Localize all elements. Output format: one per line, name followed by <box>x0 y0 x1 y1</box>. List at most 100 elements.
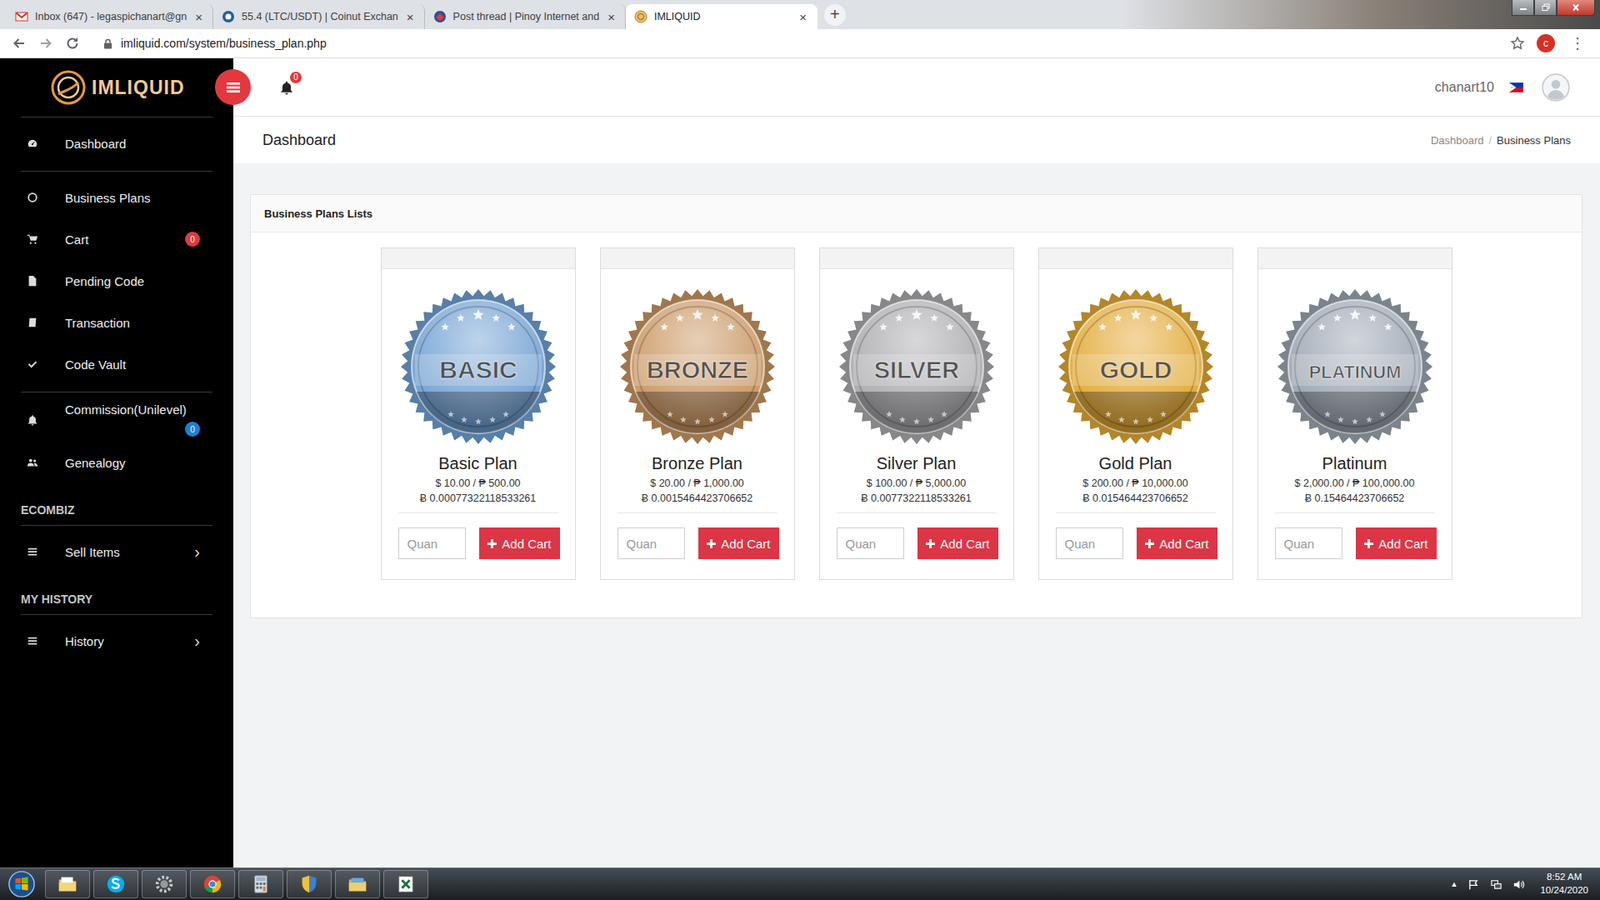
plan-btc-price: Ƀ 0.15464423706652 <box>1305 492 1405 505</box>
plan-price: $ 2,000.00 / ₱ 100,000.00 <box>1295 477 1415 490</box>
page-title: Dashboard <box>262 131 336 150</box>
taskbar: ▲ 8:52 AM10/24/2020 <box>0 867 1600 900</box>
taskbar-app-button[interactable] <box>45 870 90 899</box>
sidebar-divider <box>20 525 213 526</box>
sidebar-item[interactable]: Dashboard <box>0 122 234 165</box>
taskbar-app-button[interactable] <box>238 870 284 899</box>
sidebar-item-icon <box>26 233 39 245</box>
sidebar-item[interactable]: Commission(Unilevel)0 <box>0 397 234 442</box>
profile-avatar[interactable]: c <box>1536 34 1555 53</box>
plus-icon <box>706 539 716 549</box>
sidebar-item[interactable]: Transaction <box>0 301 234 344</box>
browser-menu-button[interactable]: ⋮ <box>1566 34 1589 53</box>
sidebar-item[interactable]: Sell Items› <box>0 530 234 573</box>
speaker-icon[interactable] <box>1512 878 1525 891</box>
quantity-input[interactable] <box>836 527 905 560</box>
new-tab-button[interactable]: + <box>824 4 846 26</box>
add-cart-button[interactable]: Add Cart <box>479 527 560 560</box>
url-field[interactable]: imliquid.com/system/business_plan.php <box>91 36 1499 50</box>
clock[interactable]: 8:52 AM10/24/2020 <box>1535 870 1592 897</box>
browser-tab[interactable]: Post thread | Pinoy Internet and× <box>425 4 626 30</box>
taskbar-app-button[interactable] <box>93 870 139 899</box>
taskbar-app-button[interactable] <box>141 870 187 899</box>
browser-tab[interactable]: Inbox (647) - legaspichanart@gn× <box>6 4 214 30</box>
show-hidden-icons-button[interactable]: ▲ <box>1450 880 1459 889</box>
quantity-input[interactable] <box>617 527 685 560</box>
skype-icon <box>105 873 127 895</box>
panel-title: Business Plans Lists <box>250 195 1582 233</box>
notification-count-badge: 0 <box>290 71 302 84</box>
tab-close-button[interactable]: × <box>193 10 205 25</box>
system-tray: ▲ 8:52 AM10/24/2020 <box>1450 870 1592 897</box>
sidebar-item[interactable]: History› <box>0 620 234 662</box>
page-title-bar: DashboardDashboard/Business Plans <box>233 116 1600 164</box>
menu-toggle-button[interactable] <box>215 69 251 105</box>
sidebar-badge: 0 <box>185 231 200 247</box>
excel-icon <box>395 873 417 895</box>
medal-label: SILVER <box>873 356 959 384</box>
browser-tab[interactable]: IMLIQUID× <box>625 4 818 30</box>
sidebar-group: ECOMBIZSell Items› <box>0 490 234 580</box>
plan-card: BASIC Basic Plan $ 10.00 / ₱ 500.00 Ƀ 0.000… <box>380 247 576 580</box>
taskbar-app-button[interactable] <box>286 870 332 899</box>
sidebar-item[interactable]: Genealogy <box>0 441 234 484</box>
sidebar-item-icon <box>26 275 39 287</box>
forward-arrow-icon[interactable] <box>38 35 54 51</box>
breadcrumb-item[interactable]: Dashboard <box>1430 134 1485 147</box>
tab-close-button[interactable]: × <box>797 10 809 25</box>
medal-label: GOLD <box>1099 355 1172 384</box>
plan-card: GOLDGold Plan$ 200.00 / ₱ 10,000.00Ƀ 0.0… <box>1038 247 1234 580</box>
plan-card: PLATINUMPlatinum$ 2,000.00 / ₱ 100,000.0… <box>1257 247 1453 580</box>
plan-btc-price: Ƀ 0.0015464423706652 <box>641 492 753 505</box>
back-arrow-icon[interactable] <box>11 35 27 51</box>
network-icon[interactable] <box>1490 878 1503 891</box>
plan-price: $ 10.00 / ₱ 500.00 <box>435 477 520 490</box>
plan-medal-icon: SILVER <box>837 287 996 446</box>
quantity-input[interactable] <box>1055 527 1124 560</box>
restore-icon <box>1540 3 1551 12</box>
tab-close-button[interactable]: × <box>405 10 416 25</box>
philippines-flag-icon[interactable] <box>1509 82 1524 93</box>
plan-medal-icon: GOLD <box>1056 287 1215 446</box>
username[interactable]: chanart10 <box>1435 80 1495 95</box>
taskbar-app-button[interactable] <box>190 870 235 899</box>
quantity-input[interactable] <box>1275 527 1343 560</box>
logo[interactable]: IMLIQUID <box>0 58 234 117</box>
close-button[interactable] <box>1556 0 1595 16</box>
add-cart-button[interactable]: Add Cart <box>917 527 998 560</box>
add-cart-button[interactable]: Add Cart <box>1355 527 1436 560</box>
add-cart-button[interactable]: Add Cart <box>698 527 779 560</box>
quantity-input[interactable] <box>398 527 466 560</box>
taskbar-app-button[interactable] <box>335 870 380 899</box>
taskbar-app-button[interactable] <box>383 870 429 899</box>
browser-tab[interactable]: 55.4 (LTC/USDT) | Coinut Exchan× <box>213 4 425 30</box>
bookmark-star-icon[interactable] <box>1510 35 1525 51</box>
maximize-button[interactable] <box>1534 0 1557 16</box>
start-button[interactable] <box>0 870 44 899</box>
reload-icon[interactable] <box>65 35 80 51</box>
plan-medal-icon: BASIC <box>399 287 558 446</box>
app-body: Dashboard Business PlansCart0Pending Code… <box>0 116 1600 868</box>
sidebar-item[interactable]: Cart0 <box>0 218 234 260</box>
sidebar-item[interactable]: Pending Code <box>0 260 234 302</box>
logo-emblem-icon <box>50 69 87 106</box>
hamburger-icon <box>225 80 241 95</box>
plan-name: Basic Plan <box>438 454 518 474</box>
sidebar-item[interactable]: Code Vault <box>0 343 234 385</box>
sidebar: Dashboard Business PlansCart0Pending Code… <box>0 116 234 868</box>
minimize-icon <box>1518 3 1529 12</box>
window-controls <box>1511 0 1595 16</box>
add-cart-button[interactable]: Add Cart <box>1136 527 1217 560</box>
tab-close-button[interactable]: × <box>605 10 617 25</box>
business-plans-panel: Business Plans Lists BASIC Basic Plan $ 10.… <box>250 194 1583 619</box>
notifications-button[interactable]: 0 <box>279 80 295 95</box>
sidebar-divider <box>20 391 213 393</box>
sidebar-item[interactable]: Business Plans <box>0 176 234 219</box>
action-center-flag-icon[interactable] <box>1467 878 1480 891</box>
minimize-button[interactable] <box>1511 0 1535 16</box>
top-bar: 0 chanart10 <box>233 58 1600 117</box>
plus-icon <box>1364 539 1374 549</box>
imliquid-icon <box>634 10 648 24</box>
plan-btc-price: Ƀ 0.00077322118533261 <box>420 492 537 505</box>
user-avatar-icon[interactable] <box>1541 73 1570 102</box>
